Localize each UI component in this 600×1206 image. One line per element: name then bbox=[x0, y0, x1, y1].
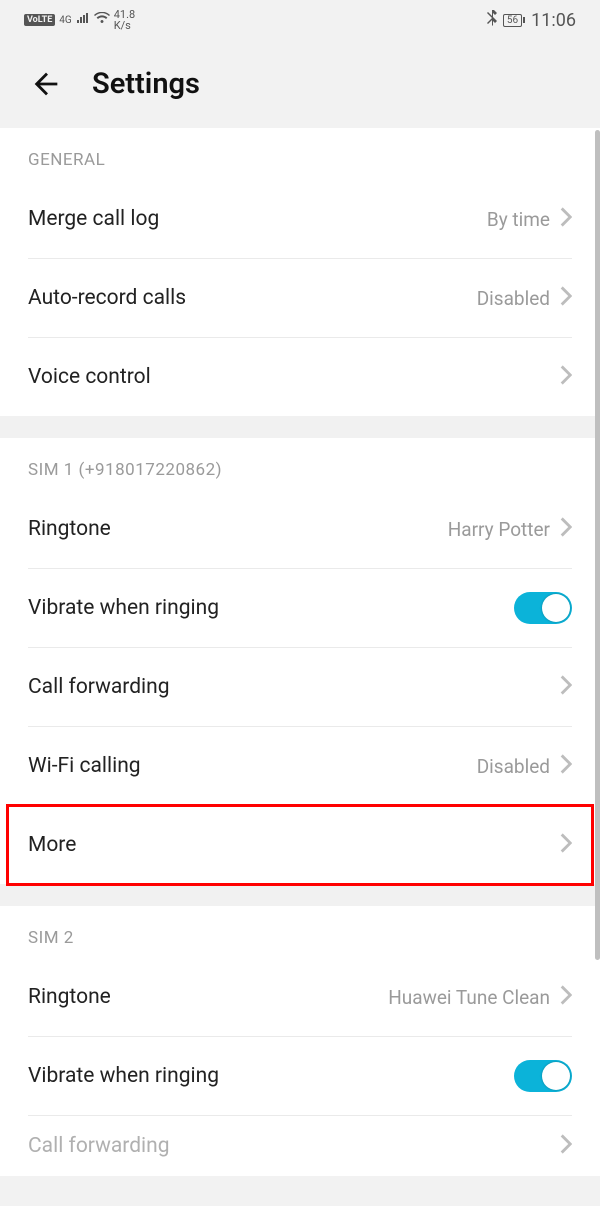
chevron-right-icon bbox=[560, 754, 572, 778]
section-header-sim1: SIM 1 (+918017220862) bbox=[0, 438, 600, 490]
row-label: Merge call log bbox=[28, 207, 487, 231]
chevron-right-icon bbox=[560, 365, 572, 389]
row-value: Harry Potter bbox=[448, 518, 550, 541]
toggle-switch[interactable] bbox=[514, 1060, 572, 1092]
chevron-right-icon bbox=[560, 833, 572, 857]
chevron-right-icon bbox=[560, 985, 572, 1009]
chevron-right-icon bbox=[560, 675, 572, 699]
clock: 11:06 bbox=[531, 10, 576, 31]
data-speed: 41.8K/s bbox=[114, 9, 135, 31]
row-value: By time bbox=[487, 208, 550, 231]
row-label: Auto-record calls bbox=[28, 286, 477, 310]
row-value: Disabled bbox=[477, 287, 550, 310]
chevron-right-icon bbox=[560, 517, 572, 541]
chevron-right-icon bbox=[560, 286, 572, 310]
row-sim1-more[interactable]: More bbox=[0, 806, 600, 884]
scroll-indicator[interactable] bbox=[595, 130, 600, 960]
section-header-general: General bbox=[0, 128, 600, 180]
page-title: Settings bbox=[92, 67, 200, 101]
row-sim1-wifi-calling[interactable]: Wi-Fi calling Disabled bbox=[0, 727, 600, 805]
signal-icon bbox=[76, 12, 90, 28]
row-label: Vibrate when ringing bbox=[28, 596, 514, 620]
row-label: Wi-Fi calling bbox=[28, 754, 477, 778]
wifi-icon bbox=[94, 12, 110, 28]
row-sim1-call-forwarding[interactable]: Call forwarding bbox=[0, 648, 600, 726]
row-sim2-ringtone[interactable]: Ringtone Huawei Tune Clean bbox=[0, 958, 600, 1036]
toggle-switch[interactable] bbox=[514, 592, 572, 624]
chevron-right-icon bbox=[560, 207, 572, 231]
row-label: Call forwarding bbox=[28, 675, 560, 699]
row-label: Call forwarding bbox=[28, 1134, 560, 1158]
row-label: Ringtone bbox=[28, 985, 388, 1009]
row-value: Huawei Tune Clean bbox=[388, 986, 550, 1009]
row-auto-record-calls[interactable]: Auto-record calls Disabled bbox=[0, 259, 600, 337]
back-button[interactable] bbox=[28, 66, 64, 102]
bluetooth-icon bbox=[487, 10, 497, 30]
section-header-sim2: SIM 2 bbox=[0, 906, 600, 958]
row-label: Voice control bbox=[28, 365, 560, 389]
row-sim1-vibrate[interactable]: Vibrate when ringing bbox=[0, 569, 600, 647]
row-label: Ringtone bbox=[28, 517, 448, 541]
row-value: Disabled bbox=[477, 755, 550, 778]
row-sim2-vibrate[interactable]: Vibrate when ringing bbox=[0, 1037, 600, 1115]
app-header: Settings bbox=[0, 40, 600, 128]
chevron-right-icon bbox=[560, 1134, 572, 1158]
row-merge-call-log[interactable]: Merge call log By time bbox=[0, 180, 600, 258]
row-voice-control[interactable]: Voice control bbox=[0, 338, 600, 416]
settings-content: General Merge call log By time Auto-reco… bbox=[0, 128, 600, 1176]
status-bar: VoLTE 4G 41.8K/s 56 11:06 bbox=[0, 0, 600, 40]
battery-icon: 56 bbox=[503, 14, 525, 27]
row-label: Vibrate when ringing bbox=[28, 1064, 514, 1088]
row-sim1-ringtone[interactable]: Ringtone Harry Potter bbox=[0, 490, 600, 568]
row-sim2-call-forwarding[interactable]: Call forwarding bbox=[0, 1116, 600, 1176]
network-type: 4G bbox=[59, 15, 71, 26]
volte-badge: VoLTE bbox=[24, 14, 55, 26]
back-arrow-icon bbox=[29, 67, 63, 101]
row-label: More bbox=[28, 833, 560, 857]
